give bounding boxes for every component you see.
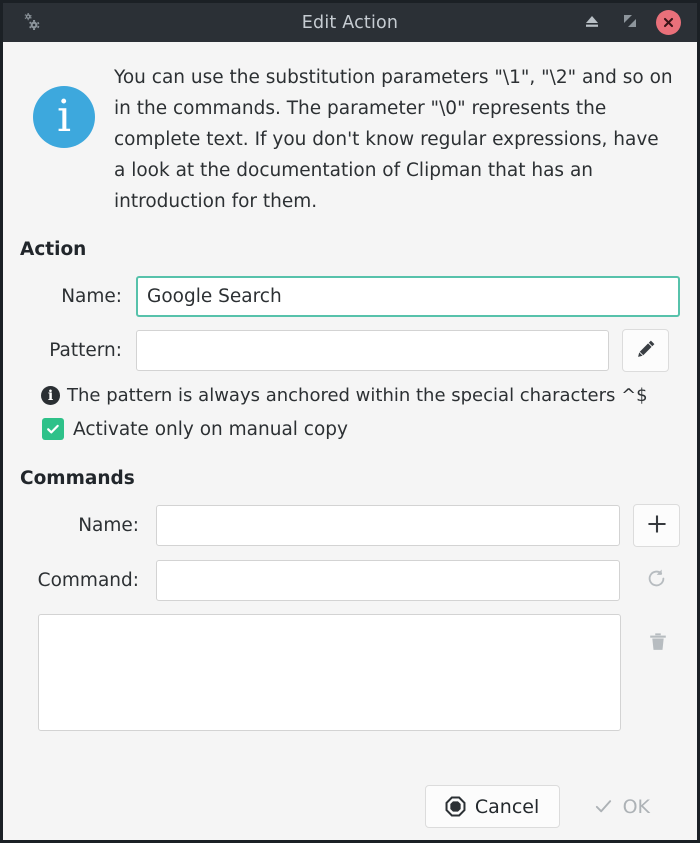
- cancel-button-label: Cancel: [474, 795, 540, 818]
- dialog-footer: Cancel OK: [3, 785, 697, 828]
- plus-icon: [646, 513, 668, 539]
- pattern-edit-button[interactable]: [622, 329, 669, 372]
- action-name-label: Name:: [61, 286, 122, 307]
- shade-button[interactable]: [577, 8, 607, 38]
- trash-icon: [647, 631, 669, 657]
- action-pattern-input[interactable]: [136, 330, 609, 371]
- title-bar[interactable]: Edit Action: [3, 3, 697, 42]
- action-pattern-label: Pattern:: [49, 340, 122, 361]
- dialog-body: i You can use the substitution parameter…: [3, 42, 697, 840]
- manual-copy-checkbox-row[interactable]: Activate only on manual copy: [3, 418, 697, 440]
- close-icon: [655, 10, 681, 35]
- manual-copy-checkbox[interactable]: [42, 418, 64, 440]
- action-name-input[interactable]: [136, 276, 680, 317]
- ok-button-label: OK: [622, 795, 650, 818]
- edit-action-dialog: Edit Action i You can use the substituti…: [0, 0, 700, 843]
- cancel-button[interactable]: Cancel: [424, 785, 560, 828]
- maximize-button[interactable]: [615, 8, 645, 38]
- action-section-heading: Action: [20, 239, 87, 260]
- commands-list-row: [3, 614, 697, 731]
- info-text: You can use the substitution parameters …: [114, 67, 673, 212]
- eject-icon: [582, 11, 602, 35]
- close-button[interactable]: [653, 8, 683, 38]
- action-name-row: Name:: [3, 276, 697, 317]
- pattern-hint-text: The pattern is always anchored within th…: [67, 385, 648, 406]
- command-value-label: Command:: [37, 570, 139, 591]
- delete-command-button[interactable]: [634, 622, 681, 665]
- pattern-hint-row: i The pattern is always anchored within …: [3, 385, 697, 406]
- command-name-input[interactable]: [156, 505, 620, 546]
- manual-copy-checkbox-label: Activate only on manual copy: [73, 418, 348, 440]
- check-icon: [593, 796, 614, 817]
- refresh-icon: [645, 567, 668, 594]
- gears-icon: [19, 10, 45, 36]
- add-command-button[interactable]: [633, 504, 680, 547]
- command-value-row: Command:: [3, 559, 697, 602]
- command-value-input[interactable]: [156, 560, 620, 601]
- commands-section-heading: Commands: [20, 468, 135, 489]
- commands-list[interactable]: [38, 614, 621, 731]
- maximize-icon: [621, 12, 639, 34]
- info-banner: i You can use the substitution parameter…: [3, 42, 697, 217]
- command-name-row: Name:: [3, 504, 697, 547]
- refresh-command-button[interactable]: [633, 559, 680, 602]
- pencil-icon: [634, 337, 658, 365]
- info-icon: i: [33, 86, 95, 148]
- command-name-label: Name:: [78, 515, 139, 536]
- stop-icon: [445, 796, 466, 817]
- ok-button[interactable]: OK: [574, 785, 669, 828]
- action-pattern-row: Pattern:: [3, 329, 697, 372]
- info-icon: i: [41, 386, 60, 405]
